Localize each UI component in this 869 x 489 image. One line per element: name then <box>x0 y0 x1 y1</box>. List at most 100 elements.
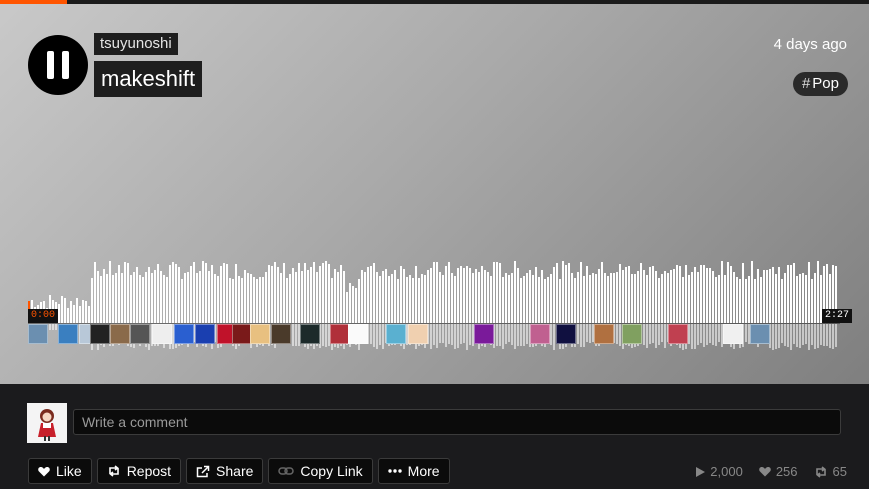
waveform-bar <box>310 266 312 323</box>
waveform-bar <box>61 296 63 323</box>
comment-avatar[interactable] <box>300 324 320 344</box>
comment-avatar[interactable] <box>386 324 406 344</box>
waveform-bar <box>337 271 339 323</box>
comment-avatar[interactable] <box>110 324 130 344</box>
likes-stat[interactable]: 256 <box>759 464 798 479</box>
waveform-bar <box>73 305 75 323</box>
pause-button[interactable] <box>28 35 88 95</box>
waveform-bar <box>436 261 438 323</box>
waveform-bar <box>76 298 78 323</box>
comment-avatar[interactable] <box>530 324 550 344</box>
comment-avatar[interactable] <box>668 324 688 344</box>
waveform-bar <box>778 267 780 323</box>
waveform-bar <box>679 266 681 323</box>
comment-avatar[interactable] <box>271 324 291 344</box>
comment-avatar[interactable] <box>330 324 350 344</box>
comment-avatar[interactable] <box>195 324 215 344</box>
waveform-bar <box>757 268 759 323</box>
like-label: Like <box>56 463 82 479</box>
waveform-bar <box>235 264 237 323</box>
track-title[interactable]: makeshift <box>94 61 203 97</box>
waveform-bar <box>70 301 72 323</box>
waveform-bar <box>409 274 411 323</box>
repost-button[interactable]: Repost <box>96 458 182 484</box>
comment-avatar[interactable] <box>723 324 743 344</box>
waveform-bar <box>163 274 165 323</box>
waveform-bar <box>169 265 171 323</box>
waveform-bar <box>172 261 174 323</box>
comment-avatar[interactable] <box>556 324 576 344</box>
comment-avatar[interactable] <box>28 324 48 344</box>
genre-tag[interactable]: # Pop <box>792 72 848 96</box>
waveform-bar <box>763 270 765 323</box>
waveform-bar <box>250 273 252 323</box>
comment-avatar[interactable] <box>594 324 614 344</box>
waveform-bar <box>115 273 117 323</box>
posted-time: 4 days ago <box>773 36 847 53</box>
comment-avatar[interactable] <box>622 324 642 344</box>
waveform-bar <box>460 266 462 323</box>
comment-avatar[interactable] <box>174 324 194 344</box>
waveform-bar <box>718 274 720 323</box>
waveform-bar <box>694 266 696 323</box>
waveform-bar <box>388 276 390 323</box>
waveform-bar <box>568 262 570 323</box>
track-artist[interactable]: tsuyunoshi <box>94 33 178 55</box>
waveform-bar <box>226 264 228 323</box>
comment-avatar[interactable] <box>130 324 150 344</box>
comment-avatar[interactable] <box>152 324 172 344</box>
waveform-bar <box>112 274 114 323</box>
comment-avatar[interactable] <box>250 324 270 344</box>
waveform-bar <box>814 273 816 323</box>
comment-avatar[interactable] <box>232 324 252 344</box>
waveform-bar <box>637 271 639 323</box>
user-avatar[interactable] <box>27 403 67 443</box>
waveform-bar <box>79 306 81 323</box>
waveform-bar <box>328 264 330 323</box>
comment-avatar[interactable] <box>750 324 770 344</box>
likes-count: 256 <box>775 464 798 479</box>
waveform-bar <box>796 275 798 323</box>
comment-avatar[interactable] <box>58 324 78 344</box>
waveform-bar <box>760 276 762 323</box>
waveform-bar <box>640 263 642 323</box>
more-button[interactable]: More <box>377 458 450 484</box>
waveform-bar <box>787 265 789 323</box>
waveform-bar <box>313 261 315 323</box>
reposts-stat[interactable]: 65 <box>814 464 847 479</box>
waveform-bar <box>265 271 267 323</box>
waveform-bar <box>379 275 381 323</box>
waveform-bar <box>262 277 264 323</box>
waveform-bar <box>178 267 180 323</box>
waveform-bar <box>721 261 723 323</box>
waveform-bar <box>64 298 66 323</box>
comment-avatar[interactable] <box>348 324 368 344</box>
comment-avatar[interactable] <box>90 324 110 344</box>
waveform-bar <box>334 269 336 323</box>
share-button[interactable]: Share <box>186 458 264 484</box>
waveform-bar <box>541 270 543 323</box>
waveform-bar <box>463 268 465 323</box>
waveform-bar <box>145 271 147 323</box>
waveform-bar <box>634 274 636 323</box>
waveform-bar <box>736 277 738 323</box>
waveform-bar <box>148 267 150 323</box>
comment-avatar[interactable] <box>408 324 428 344</box>
waveform-bar <box>706 268 708 323</box>
like-button[interactable]: Like <box>28 458 92 484</box>
waveform-bar <box>427 270 429 323</box>
waveform-bar <box>244 270 246 323</box>
waveform-bar <box>802 272 804 323</box>
waveform-bar <box>424 274 426 323</box>
copy-link-button[interactable]: Copy Link <box>268 458 373 484</box>
waveform-bar <box>598 269 600 323</box>
waveform-bar <box>412 278 414 323</box>
waveform-bar <box>526 273 528 323</box>
waveform-bar <box>607 276 609 323</box>
waveform-bar <box>592 273 594 323</box>
comment-avatar[interactable] <box>474 324 494 344</box>
waveform-bar <box>319 266 321 323</box>
waveform-bar <box>211 264 213 323</box>
comment-input[interactable] <box>73 409 841 435</box>
waveform-bar <box>82 300 84 323</box>
